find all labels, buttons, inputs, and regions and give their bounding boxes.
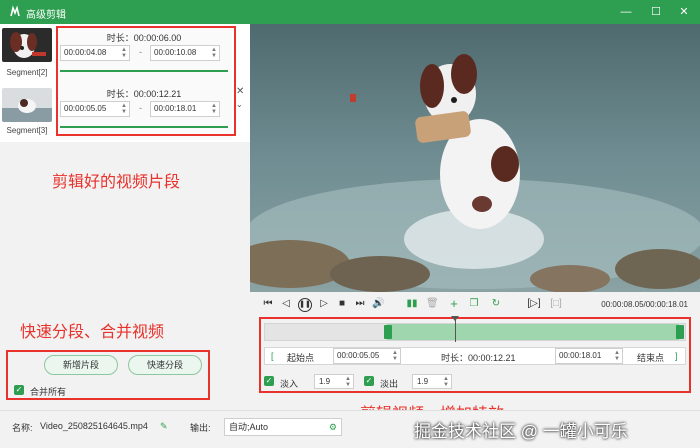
close-button[interactable]: ✕ <box>676 4 692 20</box>
segment-list: Segment[2] Segment[3] 时长：00:00:06.00 00:… <box>0 24 250 142</box>
annotation-split-merge: 快速分段、合并视频 <box>20 324 165 341</box>
playhead[interactable] <box>455 318 456 342</box>
footer: 名称: Video_250825164645.mp4 ✎ 输出: 自动;Auto… <box>0 410 700 448</box>
fade-out-input[interactable]: 1.9 ▲ ▼ <box>412 374 452 389</box>
timecode: 00:00:08.05/00:00:18.01 <box>601 300 688 309</box>
trim-duration: 时长：00:00:12.21 <box>441 353 516 363</box>
start-point-button[interactable]: 起始点 <box>287 351 314 364</box>
spin-arrows-icon[interactable]: ▲ ▼ <box>443 376 449 388</box>
step-forward-icon[interactable]: ▷ <box>318 298 330 310</box>
timeline-selection[interactable] <box>387 324 679 340</box>
spin-arrows-icon[interactable]: ▲ ▼ <box>614 350 620 362</box>
merge-all-label: 合并所有 <box>30 387 67 397</box>
step-back-icon[interactable]: ◁ <box>280 298 292 310</box>
mark-out-icon[interactable]: [□] <box>548 298 564 310</box>
segment-thumbnail[interactable] <box>2 28 52 62</box>
minimize-button[interactable]: — <box>618 4 634 20</box>
stop-icon[interactable]: ■ <box>336 298 348 310</box>
spin-arrows-icon[interactable]: ▲ ▼ <box>345 376 351 388</box>
thumbnail-column: Segment[2] Segment[3] <box>0 24 54 142</box>
output-select[interactable]: 自动;Auto ⚙ <box>224 418 342 436</box>
add-icon[interactable]: + <box>448 297 460 310</box>
volume-icon[interactable]: 🔊 <box>372 298 384 310</box>
left-panel: Segment[2] Segment[3] 时长：00:00:06.00 00:… <box>0 24 250 410</box>
name-label: 名称: <box>12 423 33 433</box>
skip-end-icon[interactable]: ⏭ <box>354 298 366 310</box>
chevron-down-icon[interactable]: ⌄ <box>236 100 243 109</box>
end-point-button[interactable]: 结束点 <box>637 351 664 364</box>
edit-icon[interactable]: ✎ <box>160 421 168 432</box>
bracket-icon: ] <box>675 351 678 361</box>
video-preview[interactable] <box>250 24 700 292</box>
add-segment-button[interactable]: 新增片段 <box>44 355 118 375</box>
annotation-clipped-segments: 剪辑好的视频片段 <box>52 174 181 191</box>
trash-icon[interactable]: 🗑 <box>426 298 439 310</box>
spin-arrows-icon[interactable]: ▲ ▼ <box>392 350 398 362</box>
quick-split-button[interactable]: 快速分段 <box>128 355 202 375</box>
split-icon[interactable]: ▮▮ <box>406 298 418 310</box>
segment-label: Segment[2] <box>6 68 48 77</box>
mark-in-icon[interactable]: [▷] <box>526 298 542 310</box>
timeline-start-handle[interactable] <box>384 325 392 339</box>
timeline-end-handle[interactable] <box>676 325 684 339</box>
filename: Video_250825164645.mp4 <box>40 421 148 431</box>
fade-in-label: 淡入 <box>280 379 299 389</box>
timeline-track[interactable] <box>264 316 686 342</box>
fade-out-label: 淡出 <box>380 379 399 389</box>
close-icon[interactable]: ✕ <box>236 86 244 97</box>
copy-icon[interactable]: ❐ <box>468 298 480 310</box>
trim-end-input[interactable]: 00:00:18.01 ▲ ▼ <box>555 348 623 364</box>
fade-in-checkbox[interactable]: ✓ <box>264 376 274 386</box>
watermark: 掘金技术社区 @ 一罐小可乐 <box>414 422 628 441</box>
trim-row: [ 起始点 00:00:05.05 ▲ ▼ 时长：00:00:12.21 00:0… <box>264 347 686 365</box>
segment-thumbnail[interactable] <box>2 88 52 122</box>
player-controls: ⏮ ◁ ❚❚ ▷ ■ ⏭ 🔊 ▮▮ 🗑 + ❐ ↻ [▷] [□] 00:00:… <box>250 292 700 423</box>
merge-all-checkbox[interactable]: ✓ <box>14 385 24 395</box>
fade-out-checkbox[interactable]: ✓ <box>364 376 374 386</box>
output-label: 输出: <box>190 423 211 433</box>
skip-start-icon[interactable]: ⏮ <box>262 298 274 310</box>
fade-in-input[interactable]: 1.9 ▲ ▼ <box>314 374 354 389</box>
app-logo-icon <box>10 5 20 17</box>
title-bar: 高级剪辑 — ☐ ✕ <box>0 0 700 24</box>
segment-label: Segment[3] <box>6 126 48 135</box>
trim-start-input[interactable]: 00:00:05.05 ▲ ▼ <box>333 348 401 364</box>
bracket-icon: [ <box>271 351 274 361</box>
refresh-icon[interactable]: ↻ <box>490 298 502 310</box>
gear-icon[interactable]: ⚙ <box>329 419 337 435</box>
window-title: 高级剪辑 <box>26 10 66 21</box>
maximize-button[interactable]: ☐ <box>648 4 664 20</box>
segments-highlight-box <box>56 26 236 136</box>
pause-icon[interactable]: ❚❚ <box>298 298 312 312</box>
